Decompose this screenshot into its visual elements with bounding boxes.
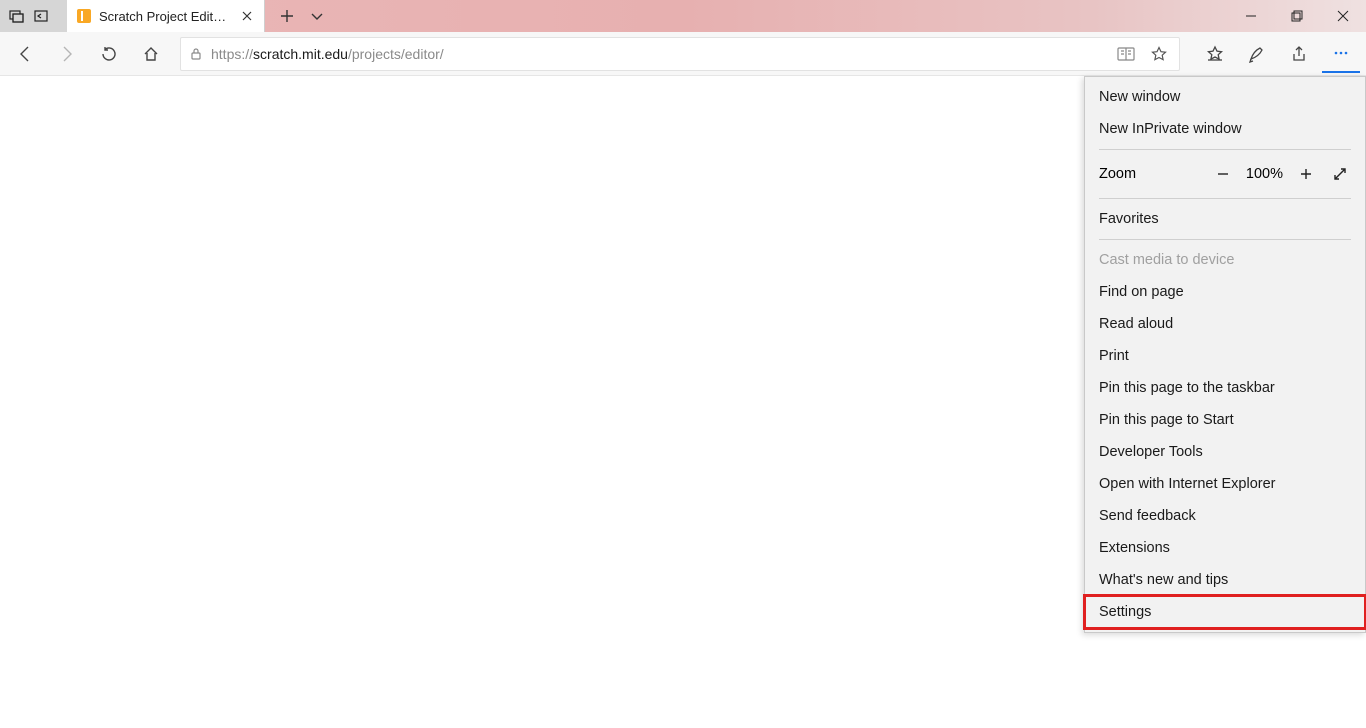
more-menu: New window New InPrivate window Zoom 100… <box>1084 76 1366 633</box>
menu-label: New InPrivate window <box>1099 121 1242 137</box>
back-button[interactable] <box>6 35 44 73</box>
menu-zoom-row: Zoom 100% <box>1085 154 1365 194</box>
maximize-button[interactable] <box>1274 0 1320 32</box>
menu-label: Cast media to device <box>1099 252 1234 268</box>
menu-feedback[interactable]: Send feedback <box>1085 500 1365 532</box>
menu-new-inprivate[interactable]: New InPrivate window <box>1085 113 1365 145</box>
address-text: https://scratch.mit.edu/projects/editor/ <box>211 46 1105 62</box>
window-controls <box>1228 0 1366 32</box>
notes-button[interactable] <box>1238 35 1276 73</box>
menu-label: Print <box>1099 348 1129 364</box>
menu-find[interactable]: Find on page <box>1085 276 1365 308</box>
tab-menu-chevron-icon[interactable] <box>309 8 325 24</box>
menu-cast: Cast media to device <box>1085 244 1365 276</box>
home-button[interactable] <box>132 35 170 73</box>
menu-new-window[interactable]: New window <box>1085 81 1365 113</box>
menu-whatsnew[interactable]: What's new and tips <box>1085 564 1365 596</box>
menu-label: Settings <box>1099 604 1151 620</box>
menu-settings[interactable]: Settings <box>1085 596 1365 628</box>
tab-bar-actions <box>265 0 325 32</box>
menu-label: Pin this page to Start <box>1099 412 1234 428</box>
more-menu-button[interactable] <box>1322 35 1360 73</box>
menu-label: Favorites <box>1099 211 1159 227</box>
tab-title: Scratch Project Editor - <box>99 9 232 24</box>
menu-label: New window <box>1099 89 1180 105</box>
menu-label: Extensions <box>1099 540 1170 556</box>
toolbar-right <box>1190 35 1360 73</box>
menu-label: Open with Internet Explorer <box>1099 476 1276 492</box>
tab-preview-controls <box>0 0 67 32</box>
refresh-button[interactable] <box>90 35 128 73</box>
menu-extensions[interactable]: Extensions <box>1085 532 1365 564</box>
menu-pin-taskbar[interactable]: Pin this page to the taskbar <box>1085 372 1365 404</box>
url-domain: scratch.mit.edu <box>253 46 348 62</box>
menu-print[interactable]: Print <box>1085 340 1365 372</box>
close-window-button[interactable] <box>1320 0 1366 32</box>
menu-separator <box>1099 198 1351 199</box>
zoom-value: 100% <box>1246 166 1283 182</box>
menu-devtools[interactable]: Developer Tools <box>1085 436 1365 468</box>
new-tab-button[interactable] <box>279 8 295 24</box>
page-content: New window New InPrivate window Zoom 100… <box>0 76 1366 728</box>
forward-button[interactable] <box>48 35 86 73</box>
menu-separator <box>1099 239 1351 240</box>
navigation-bar: https://scratch.mit.edu/projects/editor/ <box>0 32 1366 76</box>
tab-aside-icon[interactable] <box>32 7 50 25</box>
title-bar: Scratch Project Editor - <box>0 0 1366 32</box>
browser-tab[interactable]: Scratch Project Editor - <box>67 0 265 32</box>
menu-label: Find on page <box>1099 284 1184 300</box>
menu-read-aloud[interactable]: Read aloud <box>1085 308 1365 340</box>
url-path: /projects/editor/ <box>348 46 444 62</box>
minimize-button[interactable] <box>1228 0 1274 32</box>
fullscreen-button[interactable] <box>1329 163 1351 185</box>
lock-icon <box>189 47 203 61</box>
menu-label: Developer Tools <box>1099 444 1203 460</box>
address-bar[interactable]: https://scratch.mit.edu/projects/editor/ <box>180 37 1180 71</box>
favorite-star-icon[interactable] <box>1147 46 1171 62</box>
titlebar-drag-region <box>325 0 1228 32</box>
zoom-label: Zoom <box>1099 166 1200 182</box>
url-scheme: https:// <box>211 46 253 62</box>
tab-overview-icon[interactable] <box>8 7 26 25</box>
menu-label: Send feedback <box>1099 508 1196 524</box>
zoom-in-button[interactable] <box>1295 163 1317 185</box>
menu-label: What's new and tips <box>1099 572 1228 588</box>
zoom-out-button[interactable] <box>1212 163 1234 185</box>
menu-label: Read aloud <box>1099 316 1173 332</box>
tab-close-button[interactable] <box>240 9 254 23</box>
reading-view-icon[interactable] <box>1113 47 1139 61</box>
menu-favorites[interactable]: Favorites <box>1085 203 1365 235</box>
menu-open-ie[interactable]: Open with Internet Explorer <box>1085 468 1365 500</box>
menu-label: Pin this page to the taskbar <box>1099 380 1275 396</box>
menu-separator <box>1099 149 1351 150</box>
tab-favicon-icon <box>77 9 91 23</box>
favorites-hub-button[interactable] <box>1196 35 1234 73</box>
menu-pin-start[interactable]: Pin this page to Start <box>1085 404 1365 436</box>
share-button[interactable] <box>1280 35 1318 73</box>
